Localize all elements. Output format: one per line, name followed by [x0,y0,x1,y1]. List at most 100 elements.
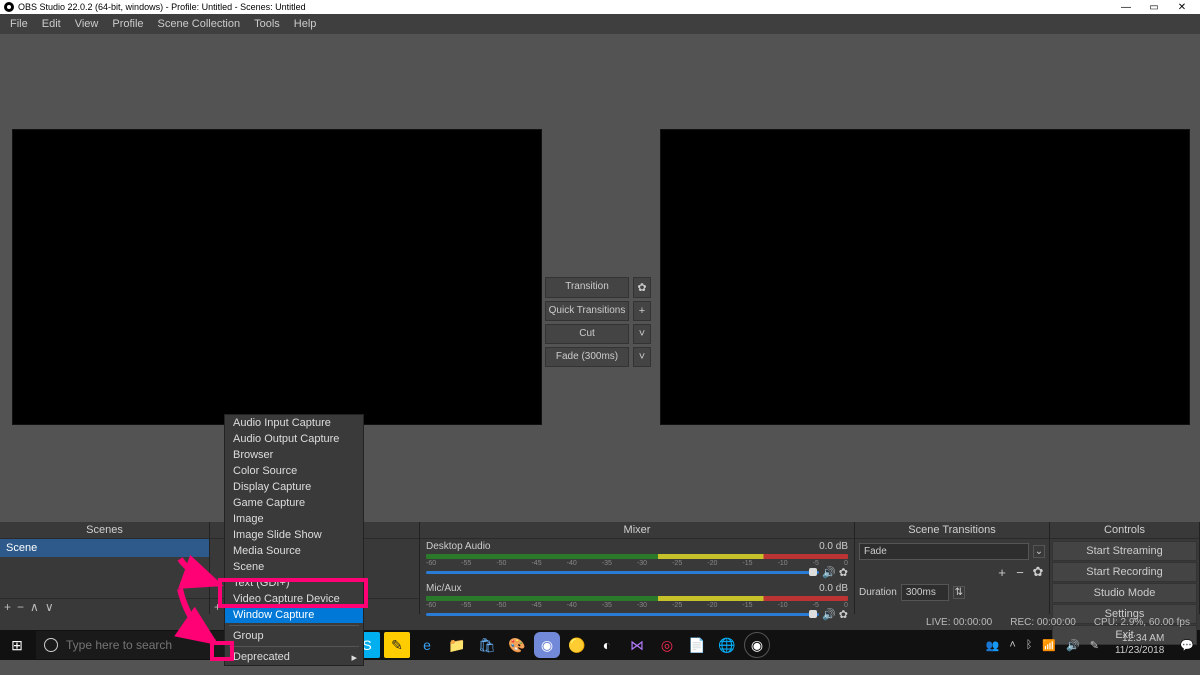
controls-panel: Controls Start Streaming Start Recording… [1050,522,1200,614]
transition-dropdown-icon[interactable]: ⌄ [1033,545,1045,558]
menu-file[interactable]: File [4,16,34,32]
app-icon[interactable]: ◎ [654,632,680,658]
audio-meter [426,554,848,559]
add-transition-button[interactable]: + [995,565,1009,580]
chrome-icon[interactable]: 🌐 [714,632,740,658]
add-source-context-menu: Audio Input Capture Audio Output Capture… [224,414,364,666]
volume-slider[interactable] [426,613,819,616]
menu-item-group[interactable]: Group [225,628,363,644]
track-db: 0.0 dB [819,583,848,594]
menu-item-image-slide-show[interactable]: Image Slide Show [225,527,363,543]
app-icon[interactable]: 🟡 [564,632,590,658]
menu-item-image[interactable]: Image [225,511,363,527]
discord-icon[interactable]: ◉ [534,632,560,658]
transitions-header: Scene Transitions [855,522,1049,539]
cortana-icon [44,638,58,652]
menubar: File Edit View Profile Scene Collection … [0,14,1200,34]
system-tray: 👥 ˄ ᛒ 📶 🔊 ✎ 12:34 AM 11/23/2018 💬 [986,633,1200,657]
add-scene-button[interactable]: + [4,600,11,614]
transition-settings-icon[interactable]: ✿ [633,277,651,298]
add-source-button[interactable]: + [214,600,221,614]
mixer-track-mic-aux: Mic/Aux 0.0 dB -60-55-50-45-40-35-30-25-… [420,581,854,623]
obs-logo-icon [4,2,14,12]
start-streaming-button[interactable]: Start Streaming [1052,541,1197,561]
remove-transition-button[interactable]: − [1013,565,1027,580]
move-scene-up-button[interactable]: ∧ [30,600,39,614]
transition-select[interactable]: Fade [859,543,1029,560]
add-quick-transition-icon[interactable]: + [633,301,651,321]
scene-item[interactable]: Scene [0,539,209,557]
menu-item-game-capture[interactable]: Game Capture [225,495,363,511]
people-icon[interactable]: 👥 [986,639,1000,652]
duration-input[interactable]: 300ms [901,584,949,601]
track-name: Mic/Aux [426,583,462,594]
fade-dropdown-icon[interactable]: ˅ [633,347,651,367]
preview-canvas-right[interactable] [660,129,1190,425]
menu-tools[interactable]: Tools [248,16,286,32]
menu-item-text-gdi[interactable]: Text (GDI+) [225,575,363,591]
minimize-button[interactable]: — [1112,2,1140,13]
maximize-button[interactable]: ▭ [1140,2,1168,13]
menu-item-deprecated[interactable]: Deprecated [225,649,363,665]
close-button[interactable]: ✕ [1168,2,1196,13]
fade-button[interactable]: Fade (300ms) [545,347,629,367]
duration-label: Duration [859,587,897,598]
store-icon[interactable]: 🛍 [474,632,500,658]
volume-icon[interactable]: 🔊 [1066,639,1080,652]
steam-icon[interactable]: ◐ [594,632,620,658]
transition-button[interactable]: Transition [545,277,629,298]
paint-icon[interactable]: 🎨 [504,632,530,658]
menu-item-media-source[interactable]: Media Source [225,543,363,559]
audio-meter [426,596,848,601]
wifi-icon[interactable]: 📶 [1042,639,1056,652]
remove-scene-button[interactable]: − [17,600,24,614]
notifications-icon[interactable]: 💬 [1180,639,1194,652]
move-scene-down-button[interactable]: ∨ [45,600,54,614]
menu-view[interactable]: View [69,16,105,32]
duration-spinner-icon[interactable]: ⇅ [953,586,965,599]
time: 12:34 AM [1115,633,1164,645]
quick-transitions-button[interactable]: Quick Transitions [545,301,629,321]
cut-button[interactable]: Cut [545,324,629,344]
track-settings-icon[interactable]: ✿ [839,608,848,621]
bluetooth-icon[interactable]: ᛒ [1026,639,1033,651]
start-button[interactable]: ⊞ [0,637,34,654]
visual-studio-icon[interactable]: ⋈ [624,632,650,658]
tray-chevron-icon[interactable]: ˄ [1009,639,1015,651]
menu-item-window-capture[interactable]: Window Capture [225,607,363,623]
clock[interactable]: 12:34 AM 11/23/2018 [1109,633,1170,657]
transitions-panel: Scene Transitions Fade ⌄ + − ✿ Duration … [855,522,1050,614]
menu-item-color-source[interactable]: Color Source [225,463,363,479]
file-explorer-icon[interactable]: 📁 [444,632,470,658]
menu-item-display-capture[interactable]: Display Capture [225,479,363,495]
menu-profile[interactable]: Profile [106,16,149,32]
app-icon[interactable]: 📄 [684,632,710,658]
track-settings-icon[interactable]: ✿ [839,566,848,579]
sticky-notes-icon[interactable]: ✎ [384,632,410,658]
menu-scene-collection[interactable]: Scene Collection [152,16,247,32]
edge-icon[interactable]: e [414,632,440,658]
menu-help[interactable]: Help [288,16,323,32]
status-rec: REC: 00:00:00 [1010,617,1076,628]
menu-item-scene[interactable]: Scene [225,559,363,575]
mute-icon[interactable]: 🔊 [822,566,836,579]
mixer-header: Mixer [420,522,854,539]
menu-edit[interactable]: Edit [36,16,67,32]
cut-dropdown-icon[interactable]: ˅ [633,324,651,344]
mute-icon[interactable]: 🔊 [822,608,836,621]
controls-header: Controls [1050,522,1199,539]
preview-canvas-left[interactable] [12,129,542,425]
status-cpu: CPU: 2.9%, 60.00 fps [1094,617,1190,628]
language-icon[interactable]: ✎ [1090,639,1099,652]
menu-item-video-capture-device[interactable]: Video Capture Device [225,591,363,607]
menu-item-audio-output-capture[interactable]: Audio Output Capture [225,431,363,447]
date: 11/23/2018 [1115,645,1164,657]
start-recording-button[interactable]: Start Recording [1052,562,1197,582]
transition-properties-icon[interactable]: ✿ [1031,564,1045,580]
obs-taskbar-icon[interactable]: ◉ [744,632,770,658]
volume-slider[interactable] [426,571,819,574]
menu-item-browser[interactable]: Browser [225,447,363,463]
menu-item-audio-input-capture[interactable]: Audio Input Capture [225,415,363,431]
studio-mode-button[interactable]: Studio Mode [1052,583,1197,603]
track-db: 0.0 dB [819,541,848,552]
